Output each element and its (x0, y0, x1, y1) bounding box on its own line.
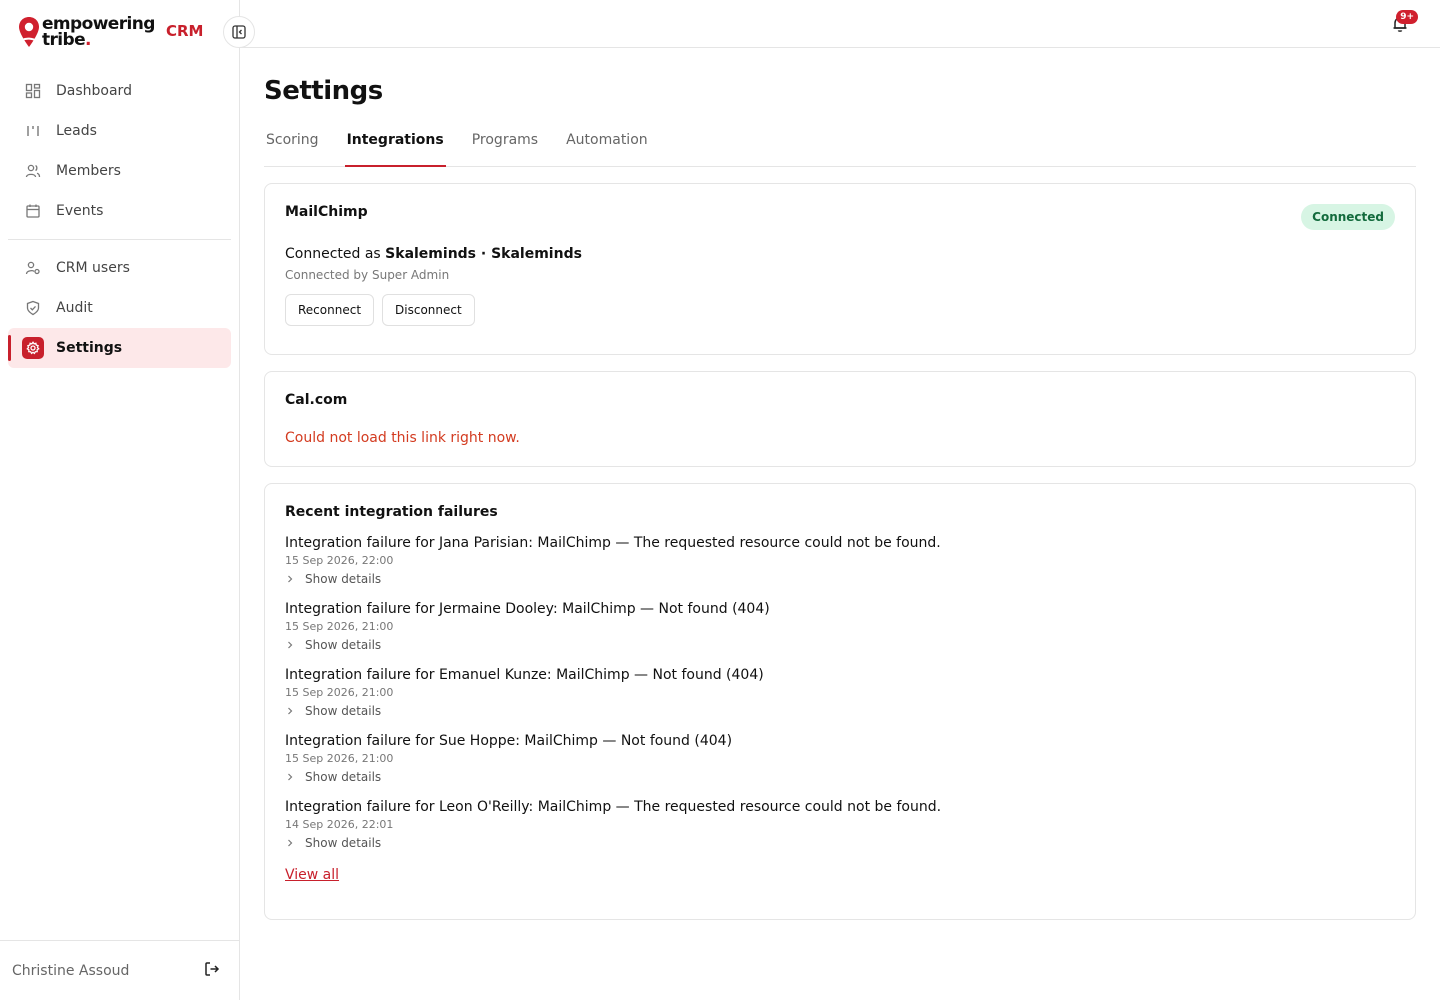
show-details-toggle[interactable]: Show details (285, 836, 1395, 850)
sidebar-item-label: Leads (56, 123, 97, 139)
disconnect-button[interactable]: Disconnect (382, 294, 475, 326)
user-settings-icon (24, 259, 42, 277)
failure-date: 15 Sep 2026, 22:00 (285, 554, 394, 567)
failure-item: Integration failure for Jermaine Dooley:… (285, 601, 1395, 652)
panel-collapse-icon (232, 25, 246, 39)
failures-title: Recent integration failures (285, 504, 498, 520)
sidebar: empowering tribe. CRM Dashboard Leads Me… (0, 0, 240, 1000)
view-all-link[interactable]: View all (285, 867, 339, 883)
connected-as-prefix: Connected as (285, 246, 381, 262)
logout-icon[interactable] (203, 960, 221, 982)
show-details-toggle[interactable]: Show details (285, 770, 1395, 784)
current-user-name: Christine Assoud (12, 962, 130, 979)
leads-icon (24, 122, 42, 140)
nav-divider (8, 239, 231, 240)
members-icon (24, 162, 42, 180)
calcom-error-message: Could not load this link right now. (285, 430, 520, 446)
sidebar-item-label: Dashboard (56, 83, 132, 99)
failure-date: 15 Sep 2026, 21:00 (285, 620, 394, 633)
show-details-label: Show details (305, 770, 382, 784)
main-content: Settings Scoring Integrations Programs A… (264, 48, 1416, 920)
sidebar-item-label: Audit (56, 300, 93, 316)
show-details-label: Show details (305, 704, 382, 718)
failure-date: 15 Sep 2026, 21:00 (285, 686, 394, 699)
tab-automation[interactable]: Automation (564, 126, 650, 166)
show-details-label: Show details (305, 572, 382, 586)
sidebar-item-audit[interactable]: Audit (8, 288, 231, 328)
page-title: Settings (264, 76, 383, 106)
tab-programs[interactable]: Programs (470, 126, 540, 166)
sidebar-collapse-button[interactable] (223, 16, 255, 48)
failure-item: Integration failure for Emanuel Kunze: M… (285, 667, 1395, 718)
failure-item: Integration failure for Jana Parisian: M… (285, 535, 1395, 586)
connected-by-text: Connected by Super Admin (285, 268, 450, 282)
sidebar-item-label: Events (56, 203, 104, 219)
shield-check-icon (24, 299, 42, 317)
mailchimp-title: MailChimp (285, 204, 368, 220)
show-details-toggle[interactable]: Show details (285, 638, 1395, 652)
failure-title: Integration failure for Jermaine Dooley:… (285, 601, 770, 617)
brand-dot: . (85, 30, 91, 50)
mailchimp-actions: Reconnect Disconnect (285, 294, 1395, 326)
status-badge: Connected (1301, 204, 1395, 230)
failure-item: Integration failure for Leon O'Reilly: M… (285, 799, 1395, 850)
notification-badge: 9+ (1396, 10, 1418, 24)
brand-logo[interactable]: empowering tribe. (18, 14, 155, 50)
chevron-right-icon (285, 640, 299, 650)
sidebar-nav: Dashboard Leads Members Events CRM users… (8, 71, 231, 368)
logo-pin-icon (19, 17, 39, 47)
sidebar-item-label: Settings (56, 340, 123, 356)
failures-card: Recent integration failures Integration … (264, 483, 1416, 920)
sidebar-item-label: CRM users (56, 260, 130, 276)
sidebar-item-label: Members (56, 163, 121, 179)
topbar: 9+ (240, 0, 1440, 48)
settings-tabs: Scoring Integrations Programs Automation (264, 126, 1416, 167)
calcom-title: Cal.com (285, 392, 348, 408)
show-details-toggle[interactable]: Show details (285, 572, 1395, 586)
chevron-right-icon (285, 574, 299, 584)
sidebar-item-leads[interactable]: Leads (8, 111, 231, 151)
show-details-label: Show details (305, 836, 382, 850)
brand-line2: tribe (42, 30, 86, 50)
failure-date: 15 Sep 2026, 21:00 (285, 752, 394, 765)
sidebar-item-crm-users[interactable]: CRM users (8, 248, 231, 288)
show-details-toggle[interactable]: Show details (285, 704, 1395, 718)
failure-title: Integration failure for Leon O'Reilly: M… (285, 799, 942, 815)
mailchimp-card: MailChimp Connected Connected as Skalemi… (264, 183, 1416, 355)
sidebar-item-members[interactable]: Members (8, 151, 231, 191)
failure-date: 14 Sep 2026, 22:01 (285, 818, 394, 831)
dashboard-icon (24, 82, 42, 100)
gear-icon (22, 337, 44, 359)
connected-account: Skaleminds · Skaleminds (385, 246, 582, 262)
sidebar-item-dashboard[interactable]: Dashboard (8, 71, 231, 111)
failure-item: Integration failure for Sue Hoppe: MailC… (285, 733, 1395, 784)
show-details-label: Show details (305, 638, 382, 652)
chevron-right-icon (285, 706, 299, 716)
tab-scoring[interactable]: Scoring (264, 126, 321, 166)
sidebar-item-events[interactable]: Events (8, 191, 231, 231)
sidebar-item-settings[interactable]: Settings (8, 328, 231, 368)
failure-title: Integration failure for Sue Hoppe: MailC… (285, 733, 733, 749)
failure-title: Integration failure for Emanuel Kunze: M… (285, 667, 764, 683)
reconnect-button[interactable]: Reconnect (285, 294, 375, 326)
tab-integrations[interactable]: Integrations (344, 126, 446, 167)
calcom-card: Cal.com Could not load this link right n… (264, 371, 1416, 467)
connected-as-text: Connected as Skaleminds · Skaleminds (285, 246, 1395, 262)
failure-title: Integration failure for Jana Parisian: M… (285, 535, 941, 551)
chevron-right-icon (285, 772, 299, 782)
brand-crm-label: CRM (166, 22, 204, 40)
chevron-right-icon (285, 838, 299, 848)
calendar-icon (24, 202, 42, 220)
sidebar-footer: Christine Assoud (0, 940, 239, 1000)
